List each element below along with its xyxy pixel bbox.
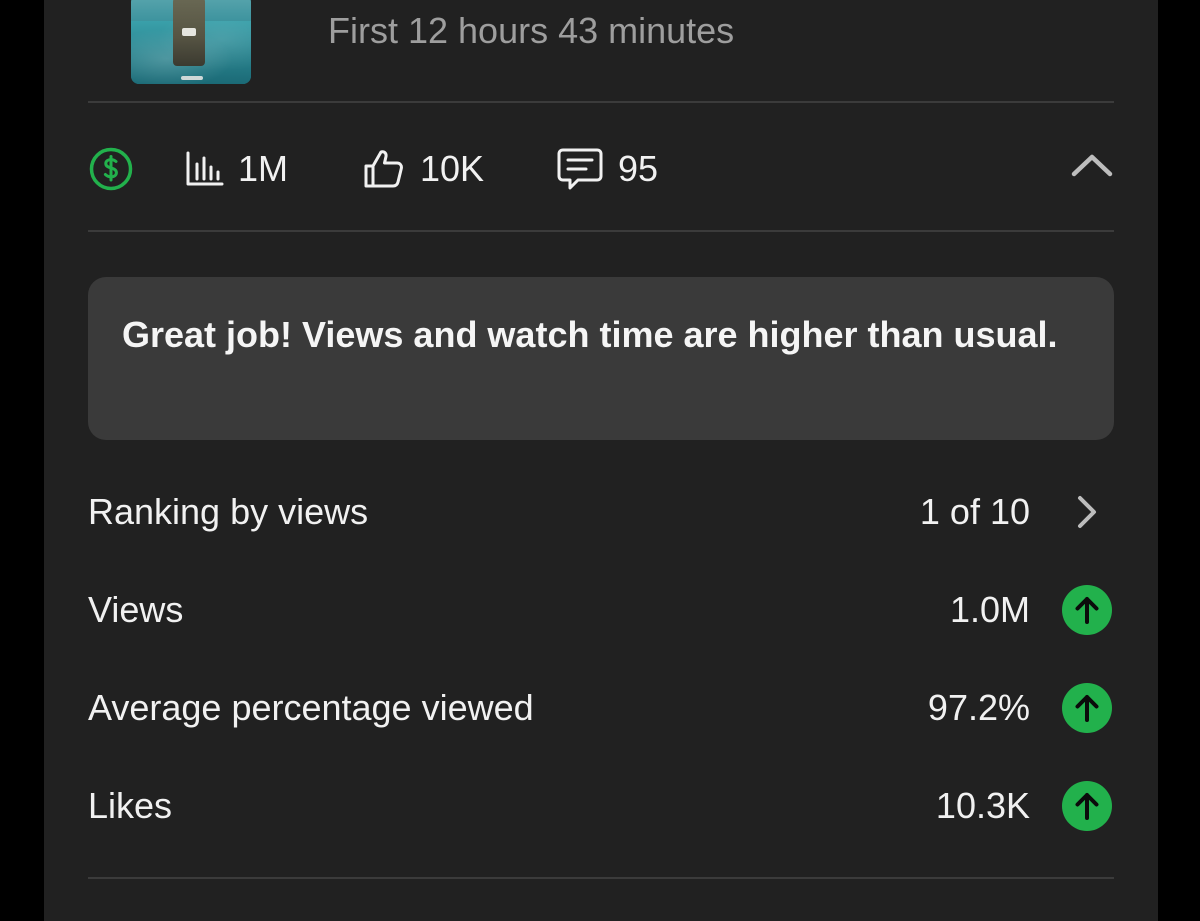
metric-label: Ranking by views (88, 491, 369, 532)
metric-row-likes: Likes 10.3K (88, 776, 1114, 836)
metric-label: Views (88, 589, 184, 630)
metric-value: 1.0M (949, 589, 1030, 630)
chevron-right-icon[interactable] (1062, 487, 1112, 537)
arrow-up-icon (1062, 781, 1112, 831)
stat-comments-value: 95 (618, 148, 659, 189)
thumbnail-figure (173, 0, 205, 66)
comment-icon (557, 148, 603, 190)
divider-bottom (88, 877, 1114, 879)
stat-views[interactable]: 1M (184, 146, 288, 192)
page: First 12 hours 43 minutes 1M 10K 95 Grea… (0, 0, 1200, 921)
video-time-window: First 12 hours 43 minutes (328, 10, 735, 51)
metric-row-views: Views 1.0M (88, 580, 1114, 640)
thumbs-up-icon (364, 150, 403, 188)
arrow-up-icon (1062, 683, 1112, 733)
metric-value: 10.3K (935, 785, 1030, 826)
divider-top (88, 101, 1114, 103)
divider-middle (88, 230, 1114, 232)
stat-comments[interactable]: 95 (556, 146, 658, 192)
metric-label: Likes (88, 785, 173, 826)
analytics-card: First 12 hours 43 minutes 1M 10K 95 Grea… (44, 0, 1158, 921)
stats-row: 1M 10K 95 (88, 118, 1114, 222)
performance-banner: Great job! Views and watch time are high… (88, 277, 1114, 440)
stat-likes[interactable]: 10K (362, 146, 484, 192)
bar-chart-icon (186, 151, 224, 186)
metric-value: 1 of 10 (919, 491, 1030, 532)
thumbnail-progress-bar (181, 76, 203, 80)
metric-value: 97.2% (927, 687, 1030, 728)
monetization-dollar-icon[interactable] (88, 146, 134, 192)
video-thumbnail[interactable] (131, 0, 251, 84)
metric-label: Average percentage viewed (88, 687, 534, 728)
arrow-up-icon (1062, 585, 1112, 635)
stat-views-value: 1M (238, 148, 289, 189)
performance-banner-text: Great job! Views and watch time are high… (122, 314, 1058, 355)
metric-row-average-percentage-viewed: Average percentage viewed 97.2% (88, 678, 1114, 738)
chevron-up-icon[interactable] (1070, 150, 1114, 180)
metric-row-ranking[interactable]: Ranking by views 1 of 10 (88, 482, 1114, 542)
stat-likes-value: 10K (420, 148, 485, 189)
